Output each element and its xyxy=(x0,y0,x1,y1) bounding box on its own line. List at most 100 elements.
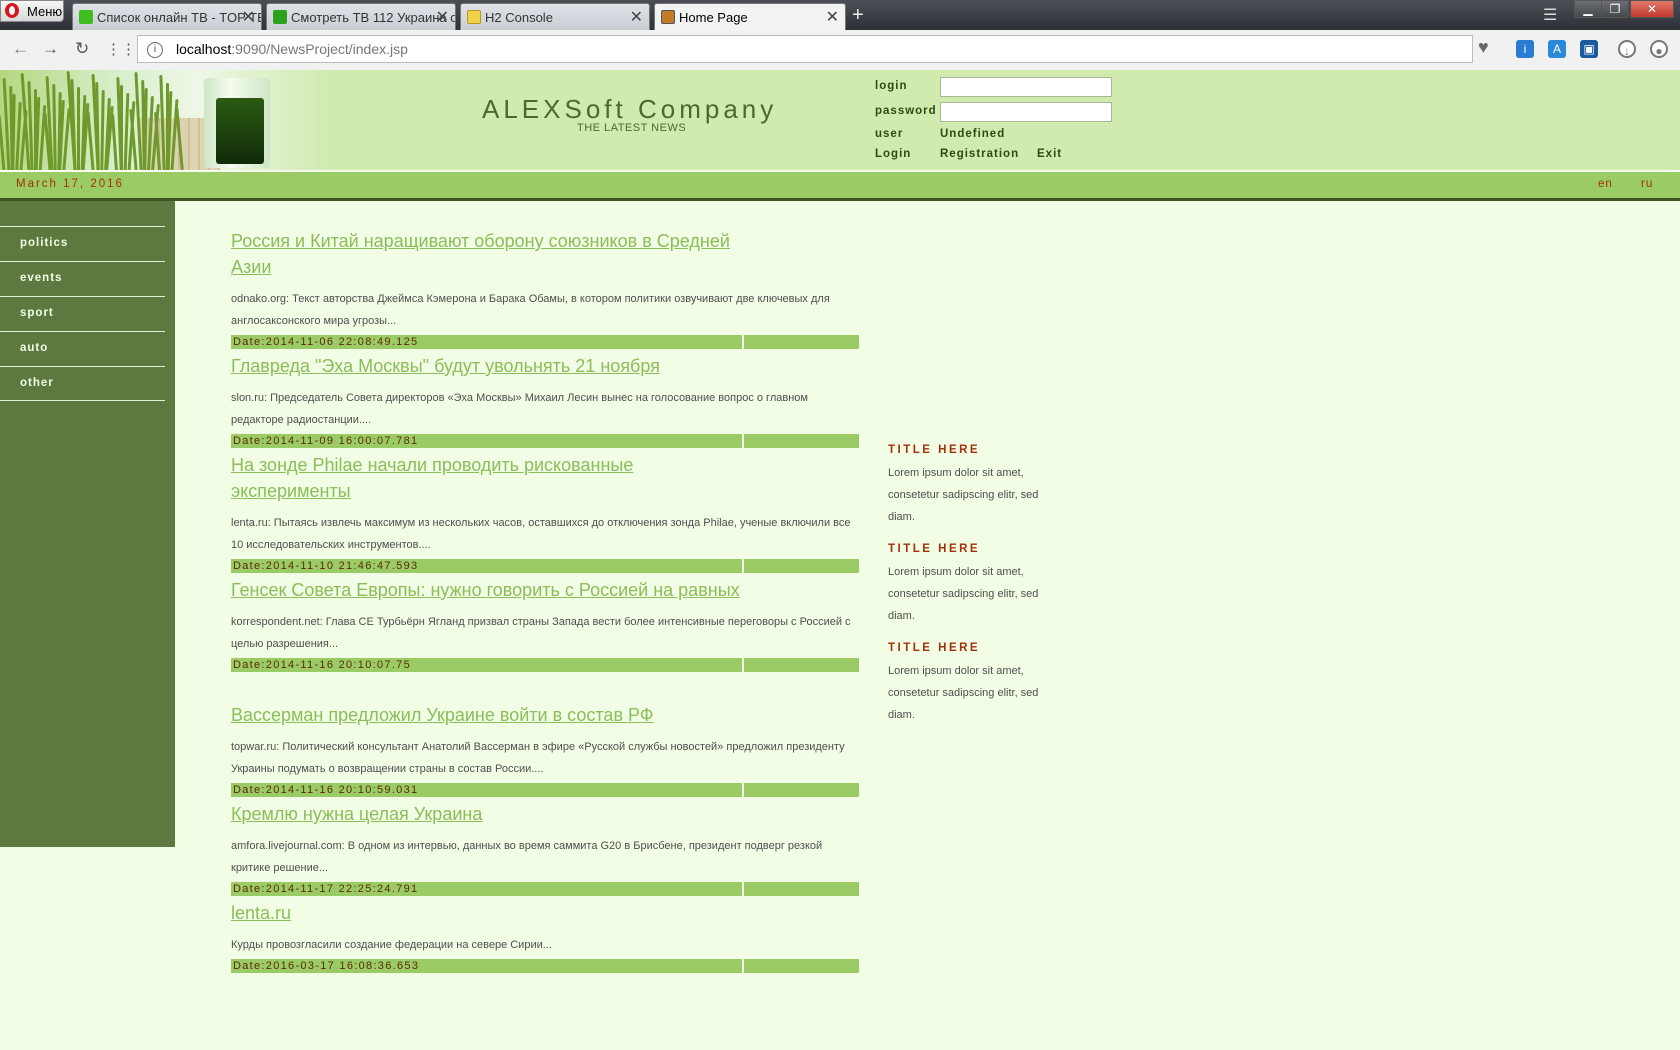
sidebar-item-events[interactable]: events xyxy=(0,261,165,295)
extension-i-icon[interactable]: i xyxy=(1516,40,1534,58)
maximize-icon[interactable]: ❐ xyxy=(1601,0,1629,18)
news-summary: korrespondent.net: Глава СЕ Турбьёрн Ягл… xyxy=(231,616,851,650)
right-block-body: Lorem ipsum dolor sit amet, consetetur s… xyxy=(888,566,1039,622)
url-host: localhost xyxy=(176,41,232,57)
category-sidebar: politics events sport auto other xyxy=(0,201,175,847)
news-title-link[interactable]: lenta.ru xyxy=(231,900,751,926)
tab-title: Смотреть ТВ 112 Украина онлайн xyxy=(291,10,455,25)
login-input[interactable] xyxy=(940,77,1112,97)
news-title-link[interactable]: Кремлю нужна целая Украина xyxy=(231,801,751,827)
sidebar-item-label: events xyxy=(20,272,63,284)
news-summary: amfora.livejournal.com: В одном из интер… xyxy=(231,840,823,874)
exit-link[interactable]: Exit xyxy=(1037,148,1062,160)
sidebar-item-label: other xyxy=(20,377,54,389)
date-bar-divider xyxy=(0,198,1680,201)
login-link[interactable]: Login xyxy=(875,148,911,160)
news-date: Date:2014-11-09 16:00:07.781 xyxy=(233,435,419,447)
sidebar-item-auto[interactable]: auto xyxy=(0,331,165,365)
header-grass-blade xyxy=(52,83,57,170)
header-grass-blade xyxy=(111,113,118,170)
sidebar-item-politics[interactable]: politics xyxy=(0,226,165,260)
news-summary: odnako.org: Текст авторства Джеймса Кэме… xyxy=(231,293,830,327)
url-input[interactable]: i localhost:9090/NewsProject/index.jsp xyxy=(137,35,1473,63)
news-title-link[interactable]: Вассерман предложил Украине войти в сост… xyxy=(231,702,751,728)
tab-close-icon[interactable]: ✕ xyxy=(630,7,643,27)
back-icon[interactable]: ← xyxy=(12,39,29,59)
news-summary: lenta.ru: Пытаясь извлечь максимум из не… xyxy=(231,517,851,551)
sidebar-item-label: auto xyxy=(20,342,49,354)
right-block-body: Lorem ipsum dolor sit amet, consetetur s… xyxy=(888,467,1039,523)
site-info-icon[interactable]: i xyxy=(147,42,163,58)
site-header: ALEXSoft Company THE LATEST NEWS login p… xyxy=(0,70,1680,170)
user-value: Undefined xyxy=(940,128,1006,140)
news-date: Date:2016-03-17 16:08:36.653 xyxy=(233,960,420,972)
news-item: Кремлю нужна целая Украина amfora.livejo… xyxy=(231,801,859,896)
tab-112-ukraine[interactable]: Смотреть ТВ 112 Украина онлайн ✕ xyxy=(266,3,456,30)
new-tab-button[interactable]: + xyxy=(852,4,864,27)
browser-menu-label: Меню xyxy=(27,4,63,19)
translate-icon[interactable]: A xyxy=(1548,40,1566,58)
extension-profile-icon[interactable]: ▣ xyxy=(1580,40,1598,58)
news-summary: topwar.ru: Политический консультант Анат… xyxy=(231,741,845,775)
company-name: ALEXSoft Company xyxy=(482,94,778,124)
sidebar-divider xyxy=(0,400,165,401)
window-close-icon[interactable]: ✕ xyxy=(1630,0,1674,18)
password-input[interactable] xyxy=(940,102,1112,122)
news-date: Date:2014-11-06 22:08:49.125 xyxy=(233,336,419,348)
minimize-icon[interactable]: ▁ xyxy=(1574,0,1602,18)
company-tagline: THE LATEST NEWS xyxy=(577,122,687,134)
current-date: March 17, 2016 xyxy=(16,178,124,190)
tab-home-page[interactable]: Home Page ✕ xyxy=(654,3,846,30)
tab-close-icon[interactable]: ✕ xyxy=(436,7,449,27)
news-title-link[interactable]: На зонде Philae начали проводить рискова… xyxy=(231,452,751,504)
download-icon[interactable]: ↓ xyxy=(1618,40,1636,58)
news-title-link[interactable]: Генсек Совета Европы: нужно говорить с Р… xyxy=(231,577,751,603)
forward-icon[interactable]: → xyxy=(42,39,59,59)
news-title-link[interactable]: Россия и Китай наращивают оборону союзни… xyxy=(231,228,751,280)
bookmark-heart-icon[interactable]: ♥ xyxy=(1478,37,1489,58)
tab-top-tv[interactable]: Список онлайн ТВ - TOP ТВ ✕ xyxy=(72,3,262,30)
tab-close-icon[interactable]: ✕ xyxy=(826,7,839,27)
url-path: :9090/NewsProject/index.jsp xyxy=(231,41,408,57)
password-label: password xyxy=(875,105,937,117)
tab-h2-console[interactable]: H2 Console ✕ xyxy=(460,3,650,30)
browser-tab-bar: Меню Список онлайн ТВ - TOP ТВ ✕ Смотрет… xyxy=(0,0,1680,30)
header-grass-blade xyxy=(70,78,77,170)
user-label: user xyxy=(875,128,904,140)
right-block-title: TITLE HERE xyxy=(888,642,981,654)
sidebar-item-label: sport xyxy=(20,307,54,319)
tab-close-icon[interactable]: ✕ xyxy=(242,7,255,27)
news-title-link[interactable]: Главреда "Эха Москвы" будут увольнять 21… xyxy=(231,353,751,379)
tab-title: Home Page xyxy=(679,10,748,25)
news-item: На зонде Philae начали проводить рискова… xyxy=(231,452,859,573)
right-block-body: Lorem ipsum dolor sit amet, consetetur s… xyxy=(888,665,1039,721)
right-block-title: TITLE HERE xyxy=(888,543,981,555)
news-date-bar: Date:2014-11-16 20:10:59.031 xyxy=(231,783,859,797)
browser-menu-button[interactable]: Меню xyxy=(0,0,64,22)
right-info-block: TITLE HERE Lorem ipsum dolor sit amet, c… xyxy=(888,444,1058,528)
page-content: ALEXSoft Company THE LATEST NEWS login p… xyxy=(0,70,1680,1050)
opera-logo-icon xyxy=(5,3,19,18)
right-info-block: TITLE HERE Lorem ipsum dolor sit amet, c… xyxy=(888,642,1058,726)
lang-ru-link[interactable]: ru xyxy=(1641,178,1653,190)
date-bar: March 17, 2016 en ru xyxy=(0,172,1680,198)
lang-en-link[interactable]: en xyxy=(1598,178,1613,190)
news-item: Генсек Совета Европы: нужно говорить с Р… xyxy=(231,577,859,672)
reload-icon[interactable]: ↻ xyxy=(75,39,89,59)
news-date-bar: Date:2014-11-09 16:00:07.781 xyxy=(231,434,859,448)
news-date: Date:2014-11-10 21:46:47.593 xyxy=(233,560,419,572)
sidebar-item-other[interactable]: other xyxy=(0,366,165,400)
news-summary: slon.ru: Председатель Совета директоров … xyxy=(231,392,808,426)
sidebar-item-sport[interactable]: sport xyxy=(0,296,165,330)
tab-favicon-icon xyxy=(79,10,93,24)
news-date-bar: Date:2016-03-17 16:08:36.653 xyxy=(231,959,859,973)
registration-link[interactable]: Registration xyxy=(940,148,1019,160)
account-icon[interactable]: ● xyxy=(1650,40,1668,58)
news-item: Главреда "Эха Москвы" будут увольнять 21… xyxy=(231,353,859,448)
tab-menu-icon[interactable]: ☰ xyxy=(1543,5,1557,25)
news-date-bar: Date:2014-11-10 21:46:47.593 xyxy=(231,559,859,573)
right-block-title: TITLE HERE xyxy=(888,444,981,456)
news-item: Вассерман предложил Украине войти в сост… xyxy=(231,702,859,797)
tab-favicon-icon xyxy=(273,10,287,24)
tab-favicon-icon xyxy=(467,10,481,24)
